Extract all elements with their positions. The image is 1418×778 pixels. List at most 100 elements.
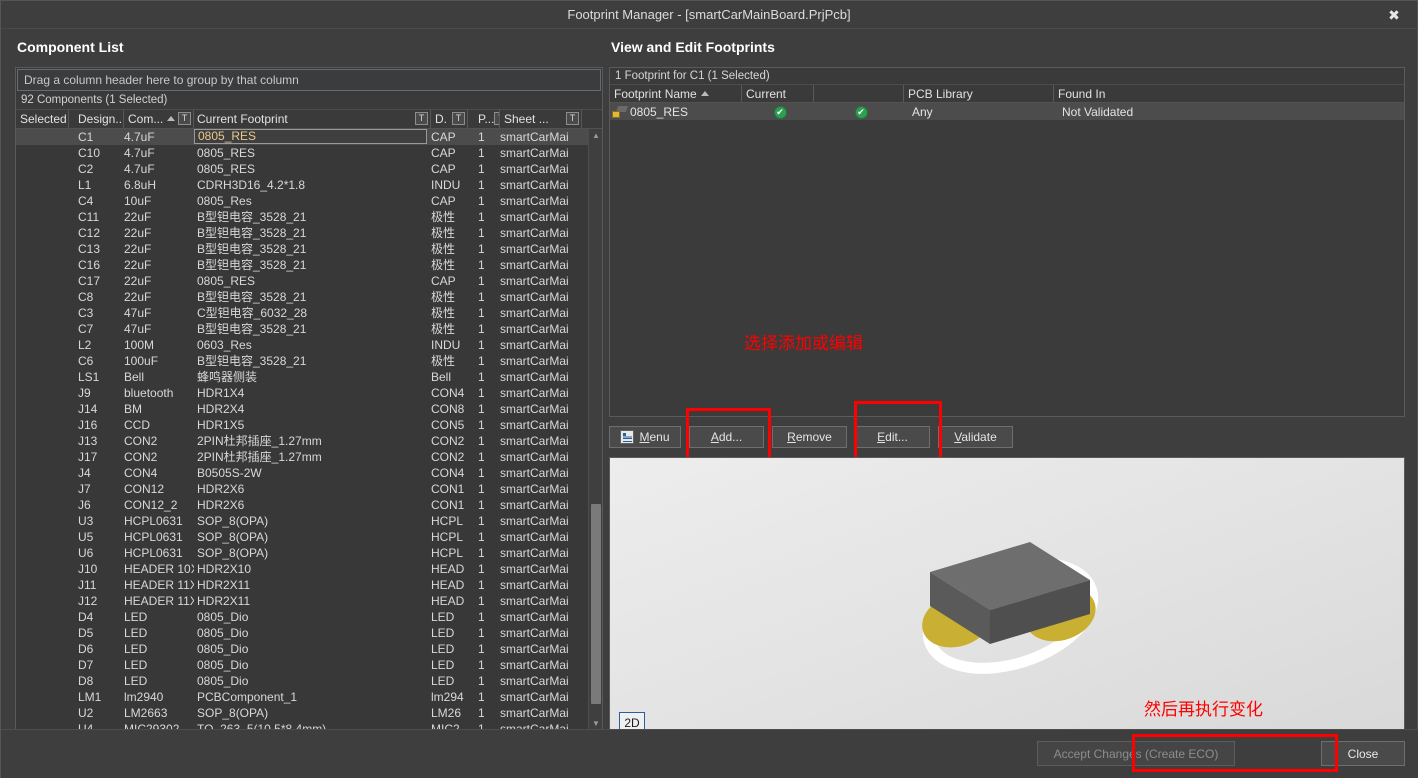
cell-comment: CON12_2 [124, 497, 178, 512]
cell-sheet: smartCarMai [500, 529, 569, 544]
table-row[interactable]: C2 4.7uF 0805_RES CAP 1 smartCarMai [16, 161, 602, 177]
table-row[interactable]: J11 HEADER 11X2HDR2X11 HEAD 1 smartCarMai [16, 577, 602, 593]
remove-button[interactable]: Remove [772, 426, 847, 448]
cell-footprint[interactable]: 0805_RES [194, 129, 431, 145]
table-row[interactable]: J12 HEADER 11X2HDR2X11 HEAD 1 smartCarMai [16, 593, 602, 609]
column-header-blank[interactable] [814, 85, 904, 102]
cell-sheet: smartCarMai [500, 545, 569, 560]
table-row[interactable]: D7 LED 0805_Dio LED 1 smartCarMai [16, 657, 602, 673]
cell-p: 1 [478, 481, 485, 496]
scroll-thumb[interactable] [591, 503, 601, 704]
validate-button[interactable]: Validate [938, 426, 1013, 448]
cell-designator: J17 [78, 449, 98, 464]
cell-footprint: 0805_RES [197, 273, 256, 288]
table-row[interactable]: C10 4.7uF 0805_RES CAP 1 smartCarMai [16, 145, 602, 161]
cell-d: CON8 [431, 401, 465, 416]
table-row[interactable]: U5 HCPL0631 SOP_8(OPA) HCPL 1 smartCarMai [16, 529, 602, 545]
column-header-description[interactable]: D. T [431, 109, 468, 128]
table-row[interactable]: D6 LED 0805_Dio LED 1 smartCarMai [16, 641, 602, 657]
table-row[interactable]: J7 CON12 HDR2X6 CON1 1 smartCarMai [16, 481, 602, 497]
table-row[interactable]: D4 LED 0805_Dio LED 1 smartCarMai [16, 609, 602, 625]
validate-button-label: Validate [954, 430, 997, 444]
table-row[interactable]: LM1 lm2940 PCBComponent_1 lm294 1 smartCarMai [16, 689, 602, 705]
cell-p: 1 [478, 529, 485, 544]
column-label: Com... [128, 111, 164, 126]
cell-footprint: 0805_Dio [197, 673, 249, 688]
cell-designator: U5 [78, 529, 94, 544]
table-row[interactable]: U2 LM2663 SOP_8(OPA) LM26 1 smartCarMai [16, 705, 602, 721]
scroll-up-icon[interactable]: ▲ [589, 129, 602, 143]
table-row[interactable]: C12 22uF B型钽电容_3528_21 极性 1 smartCarMai [16, 225, 602, 241]
component-list-scrollbar[interactable]: ▲ ▼ [588, 128, 602, 730]
cell-d: CON4 [431, 465, 465, 480]
table-row[interactable]: L1 6.8uH CDRH3D16_4.2*1.8 INDU 1 smartCarMai [16, 177, 602, 193]
cell-p: 1 [478, 145, 485, 160]
table-row[interactable]: C16 22uF B型钽电容_3528_21 极性 1 smartCarMai [16, 257, 602, 273]
check-icon: ✔ [773, 106, 787, 119]
column-header-footprint-name[interactable]: Footprint Name [610, 85, 742, 102]
column-header-comment[interactable]: Com... T [124, 109, 194, 128]
table-row[interactable]: J4 CON4 B0505S-2W CON4 1 smartCarMai [16, 465, 602, 481]
cell-d: LED [431, 673, 455, 688]
cell-d: HCPL [431, 513, 464, 528]
table-row[interactable]: J9 bluetooth HDR1X4 CON4 1 smartCarMai [16, 385, 602, 401]
table-row[interactable]: C1 4.7uF 0805_RES CAP 1 smartCarMai [16, 128, 602, 145]
column-header-selected[interactable]: Selected [16, 109, 69, 128]
table-row[interactable]: J13 CON2 2PIN杜邦插座_1.27mm CON2 1 smartCarMai [16, 433, 602, 449]
column-header-part[interactable]: P... T [468, 109, 500, 128]
table-row[interactable]: 0805_RES ✔ ✔ Any Not Validated [610, 103, 1404, 120]
table-row[interactable]: C11 22uF B型钽电容_3528_21 极性 1 smartCarMai [16, 209, 602, 225]
column-header-sheet[interactable]: Sheet ... T [500, 109, 582, 128]
table-row[interactable]: LS1 Bell 蜂鸣器侧装 Bell 1 smartCarMai [16, 369, 602, 385]
cell-d: HCPL [431, 545, 464, 560]
table-row[interactable]: L2 100M 0603_Res INDU 1 smartCarMai [16, 337, 602, 353]
table-row[interactable]: D8 LED 0805_Dio LED 1 smartCarMai [16, 673, 602, 689]
footprint-preview[interactable]: 2D [609, 457, 1405, 745]
cell-sheet: smartCarMai [500, 289, 569, 304]
filter-icon[interactable]: T [178, 112, 191, 126]
table-row[interactable]: U6 HCPL0631 SOP_8(OPA) HCPL 1 smartCarMai [16, 545, 602, 561]
table-row[interactable]: U3 HCPL0631 SOP_8(OPA) HCPL 1 smartCarMai [16, 513, 602, 529]
cell-p: 1 [478, 209, 485, 224]
table-row[interactable]: C7 47uF B型钽电容_3528_21 极性 1 smartCarMai [16, 321, 602, 337]
scroll-down-icon[interactable]: ▼ [589, 716, 602, 730]
component-rows[interactable]: C1 4.7uF 0805_RES CAP 1 smartCarMai C10 4.7uF 08… [16, 128, 602, 730]
filter-icon[interactable]: T [566, 112, 579, 126]
cell-p: 1 [478, 177, 485, 192]
column-header-current-footprint[interactable]: Current Footprint T [194, 109, 431, 128]
close-icon[interactable]: ✖ [1371, 1, 1417, 29]
table-row[interactable]: C13 22uF B型钽电容_3528_21 极性 1 smartCarMai [16, 241, 602, 257]
filter-icon[interactable]: T [452, 112, 465, 126]
filter-icon[interactable]: T [415, 112, 428, 126]
column-header-current[interactable]: Current [742, 85, 814, 102]
cell-d: CON2 [431, 433, 465, 448]
table-row[interactable]: C17 22uF 0805_RES CAP 1 smartCarMai [16, 273, 602, 289]
cell-comment: 22uF [124, 289, 152, 304]
column-header-designator[interactable]: Design... T [69, 109, 124, 128]
cell-designator: L2 [78, 337, 92, 352]
table-row[interactable]: J17 CON2 2PIN杜邦插座_1.27mm CON2 1 smartCarMai [16, 449, 602, 465]
table-row[interactable]: J14 BM HDR2X4 CON8 1 smartCarMai [16, 401, 602, 417]
table-row[interactable]: C6 100uF B型钽电容_3528_21 极性 1 smartCarMai [16, 353, 602, 369]
table-row[interactable]: C3 47uF C型钽电容_6032_28 极性 1 smartCarMai [16, 305, 602, 321]
table-row[interactable]: J16 CCD HDR1X5 CON5 1 smartCarMai [16, 417, 602, 433]
table-row[interactable]: C8 22uF B型钽电容_3528_21 极性 1 smartCarMai [16, 289, 602, 305]
column-label: Current Footprint [197, 111, 288, 126]
cell-designator: C3 [78, 305, 94, 320]
column-header-pcb-library[interactable]: PCB Library [904, 85, 1054, 102]
cell-d: HEAD [431, 577, 465, 592]
table-row[interactable]: J10 HEADER 10X2HDR2X10 HEAD 1 smartCarMai [16, 561, 602, 577]
group-by-dropzone[interactable]: Drag a column header here to group by th… [17, 69, 601, 91]
cell-designator: J11 [78, 577, 97, 592]
cell-p: 1 [478, 449, 485, 464]
table-row[interactable]: C4 10uF 0805_Res CAP 1 smartCarMai [16, 193, 602, 209]
table-row[interactable]: D5 LED 0805_Dio LED 1 smartCarMai [16, 625, 602, 641]
menu-button[interactable]: Menu [609, 426, 681, 448]
cell-d: lm294 [431, 689, 464, 704]
column-label: Sheet ... [504, 111, 549, 126]
cell-comment: 6.8uH [124, 177, 157, 192]
table-row[interactable]: J6 CON12_2 HDR2X6 CON1 1 smartCarMai [16, 497, 602, 513]
cell-d: LM26 [431, 705, 462, 720]
column-header-found-in[interactable]: Found In [1054, 85, 1404, 102]
current-footprint-input[interactable]: 0805_RES [194, 129, 427, 145]
